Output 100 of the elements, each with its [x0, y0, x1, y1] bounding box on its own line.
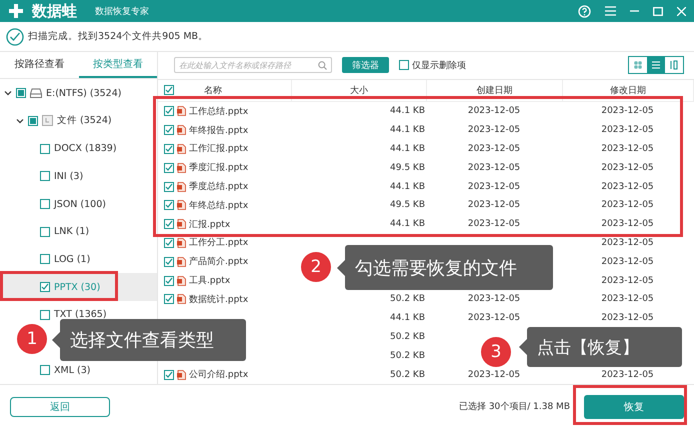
- checkbox[interactable]: [40, 310, 50, 320]
- modified-date: 2023-12-05: [601, 313, 654, 324]
- checkbox[interactable]: [40, 282, 50, 292]
- view-tab[interactable]: 按路径查看: [0, 52, 78, 78]
- presentation-file-icon: [177, 219, 186, 230]
- recover-button[interactable]: 恢复: [584, 394, 684, 418]
- checkbox[interactable]: [164, 162, 174, 173]
- file-size: 44.1 KB: [390, 219, 425, 230]
- step-badge: 1: [17, 324, 47, 354]
- created-date: 2023-12-05: [468, 370, 520, 380]
- modified-date: 2023-12-05: [601, 106, 654, 116]
- checkbox[interactable]: [164, 370, 174, 380]
- presentation-file-icon: [177, 200, 186, 210]
- column-header[interactable]: 大小: [350, 84, 368, 97]
- columns-icon: [669, 60, 679, 70]
- tree-item[interactable]: LOG (1): [54, 254, 90, 265]
- menu-icon[interactable]: [605, 6, 616, 16]
- created-date: 2023-12-05: [468, 106, 520, 116]
- file-size: 44.1 KB: [390, 106, 425, 116]
- modified-date: 2023-12-05: [601, 256, 654, 267]
- checkbox[interactable]: [40, 226, 50, 237]
- presentation-file-icon: [177, 162, 186, 173]
- file-name: 工作分工.pptx: [189, 236, 248, 250]
- column-header[interactable]: 名称: [204, 84, 222, 97]
- presentation-file-icon: [177, 276, 186, 286]
- checkbox[interactable]: [16, 88, 26, 98]
- checkbox-label[interactable]: 仅显示删除项: [412, 58, 466, 72]
- presentation-file-icon: [177, 370, 186, 380]
- back-button[interactable]: 返回: [10, 396, 110, 416]
- tree-item[interactable]: INI (3): [54, 170, 84, 182]
- search-icon[interactable]: [318, 60, 327, 70]
- file-name: 年终总结.pptx: [189, 200, 248, 212]
- tree-item[interactable]: E:(NTFS) (3524): [46, 88, 122, 99]
- created-date: 2023-12-05: [468, 294, 520, 304]
- checkbox[interactable]: [164, 106, 174, 116]
- file-name: 季度总结.pptx: [189, 180, 248, 194]
- checkbox[interactable]: [164, 85, 174, 96]
- checkbox[interactable]: [164, 144, 174, 154]
- help-icon[interactable]: [578, 4, 591, 18]
- checkbox[interactable]: [164, 294, 174, 304]
- tree-item[interactable]: 文件 (3524): [57, 114, 112, 128]
- checkbox[interactable]: [40, 365, 50, 376]
- view-tab[interactable]: 按类型查看: [78, 52, 157, 78]
- chevron-icon[interactable]: [4, 89, 12, 98]
- file-name: 数据统计.pptx: [189, 294, 248, 306]
- file-name: 产品简介.pptx: [189, 256, 248, 268]
- file-name: 年终报告.pptx: [189, 124, 248, 137]
- file-name: 工具.pptx: [189, 274, 230, 288]
- checkbox[interactable]: [28, 116, 38, 126]
- checkbox[interactable]: [164, 125, 174, 136]
- checkbox[interactable]: [40, 144, 50, 154]
- file-size: 50.2 KB: [390, 350, 425, 361]
- close-icon[interactable]: [677, 6, 686, 16]
- file-name: 工作汇报.pptx: [189, 142, 248, 156]
- modified-date: 2023-12-05: [601, 294, 654, 304]
- presentation-file-icon: [177, 182, 186, 192]
- file-size: 49.5 KB: [390, 162, 425, 173]
- maximize-icon[interactable]: [653, 6, 663, 16]
- checkbox[interactable]: [40, 254, 50, 264]
- file-name: 工作总结.pptx: [189, 106, 248, 118]
- check-circle-icon: [6, 28, 24, 46]
- step-badge: 2: [301, 252, 331, 282]
- folder-icon: [42, 115, 53, 126]
- checkbox[interactable]: [164, 256, 174, 267]
- tree-item[interactable]: JSON (100): [54, 198, 106, 210]
- tree-item[interactable]: LNK (1): [54, 226, 90, 238]
- checkbox[interactable]: [164, 200, 174, 210]
- presentation-file-icon: [177, 294, 186, 304]
- minimize-icon[interactable]: [630, 10, 639, 12]
- app-subtitle: 数据恢复专家: [95, 6, 150, 18]
- chevron-icon[interactable]: [16, 116, 24, 125]
- file-name: 汇报.pptx: [189, 218, 230, 231]
- created-date: 2023-12-05: [468, 162, 520, 173]
- filter-button[interactable]: 筛选器: [342, 57, 389, 74]
- view-mode-button[interactable]: [647, 57, 665, 74]
- checkbox[interactable]: [164, 276, 174, 286]
- checkbox[interactable]: [40, 171, 50, 182]
- tree-item[interactable]: DOCX (1839): [54, 143, 117, 154]
- step-badge: 3: [481, 337, 511, 367]
- checkbox[interactable]: [40, 199, 50, 210]
- column-header[interactable]: 修改日期: [610, 84, 646, 97]
- presentation-file-icon: [177, 144, 186, 154]
- checkbox[interactable]: [164, 238, 174, 248]
- checkbox[interactable]: [164, 182, 174, 192]
- search-field[interactable]: 在此处输入文件名称或保存路径: [174, 57, 332, 74]
- checkbox[interactable]: [164, 219, 174, 230]
- column-header[interactable]: 创建日期: [476, 84, 512, 97]
- drive-icon: [30, 88, 42, 98]
- grid-icon: [633, 60, 643, 70]
- file-size: 44.1 KB: [390, 313, 425, 324]
- file-name: 季度汇报.pptx: [189, 162, 248, 174]
- checkbox[interactable]: [399, 60, 409, 70]
- tree-item[interactable]: XML (3): [54, 364, 90, 376]
- callout: 选择文件查看类型: [60, 319, 246, 361]
- presentation-file-icon: [177, 125, 186, 136]
- created-date: 2023-12-05: [468, 313, 520, 324]
- scan-status: 扫描完成。找到3524个文件共905 MB。: [28, 30, 208, 43]
- callout: 勾选需要恢复的文件: [345, 245, 553, 290]
- modified-date: 2023-12-05: [601, 162, 654, 173]
- tree-item[interactable]: TXT (1365): [54, 309, 107, 320]
